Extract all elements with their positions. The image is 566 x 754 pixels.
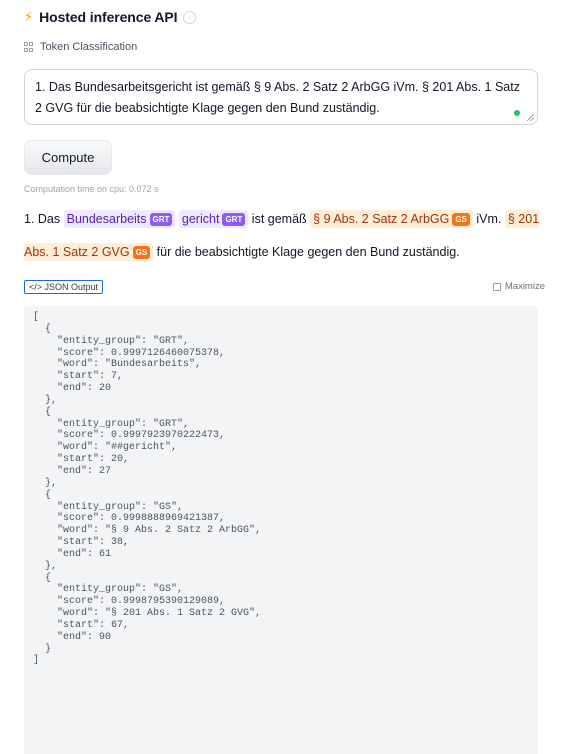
compute-button[interactable]: Compute xyxy=(24,140,112,175)
input-text: 1. Das Bundesarbeitsgericht ist gemäß § … xyxy=(35,80,520,115)
maximize-label: Maximize xyxy=(504,281,545,292)
task-label-text: Token Classification xyxy=(40,41,138,53)
json-output-label: JSON Output xyxy=(44,282,99,292)
widget-title: Hosted inference API xyxy=(39,9,178,25)
status-dot xyxy=(514,110,520,116)
entity-word: gericht xyxy=(181,212,220,226)
classification-result: 1. Das Bundesarbeits GRT gericht GRT ist g… xyxy=(24,203,544,269)
entity-span: Bundesarbeits GRT xyxy=(63,210,176,228)
lightning-icon: ⚡ xyxy=(24,9,34,24)
json-output-code: [ { "entity_group": "GRT", "score": 0.99… xyxy=(33,312,262,667)
json-output-tab[interactable]: </> JSON Output xyxy=(24,280,104,294)
token-classification-icon xyxy=(24,42,34,52)
entity-tag: GRT xyxy=(149,213,173,226)
widget-header: ⚡ Hosted inference API i xyxy=(24,9,197,25)
result-text: ist gemäß xyxy=(248,212,311,226)
entity-word: Bundesarbeits xyxy=(66,212,147,226)
result-text: für die beabsichtigte Klage gegen den Bu… xyxy=(153,245,460,259)
entity-tag: GRT xyxy=(222,213,246,226)
entity-tag: GS xyxy=(132,246,151,259)
code-icon: </> xyxy=(29,282,45,292)
result-text: 1. Das xyxy=(24,212,64,226)
info-icon[interactable]: i xyxy=(183,10,197,24)
maximize-icon xyxy=(492,282,501,291)
entity-span: § 9 Abs. 2 Satz 2 ArbGG GS xyxy=(310,210,473,228)
maximize-button[interactable]: Maximize xyxy=(492,281,545,292)
entity-tag: GS xyxy=(452,213,470,226)
entity-span: gericht GRT xyxy=(178,210,249,228)
task-label: Token Classification xyxy=(24,41,137,53)
json-output-panel[interactable]: [ { "entity_group": "GRT", "score": 0.99… xyxy=(24,306,538,754)
resize-handle[interactable] xyxy=(527,114,534,121)
result-text: iVm. xyxy=(472,212,505,226)
entity-word: § 9 Abs. 2 Satz 2 ArbGG xyxy=(313,212,450,226)
input-textarea[interactable]: 1. Das Bundesarbeitsgericht ist gemäß § … xyxy=(24,69,538,125)
computation-time: Computation time on cpu: 0.072 s xyxy=(24,184,159,194)
